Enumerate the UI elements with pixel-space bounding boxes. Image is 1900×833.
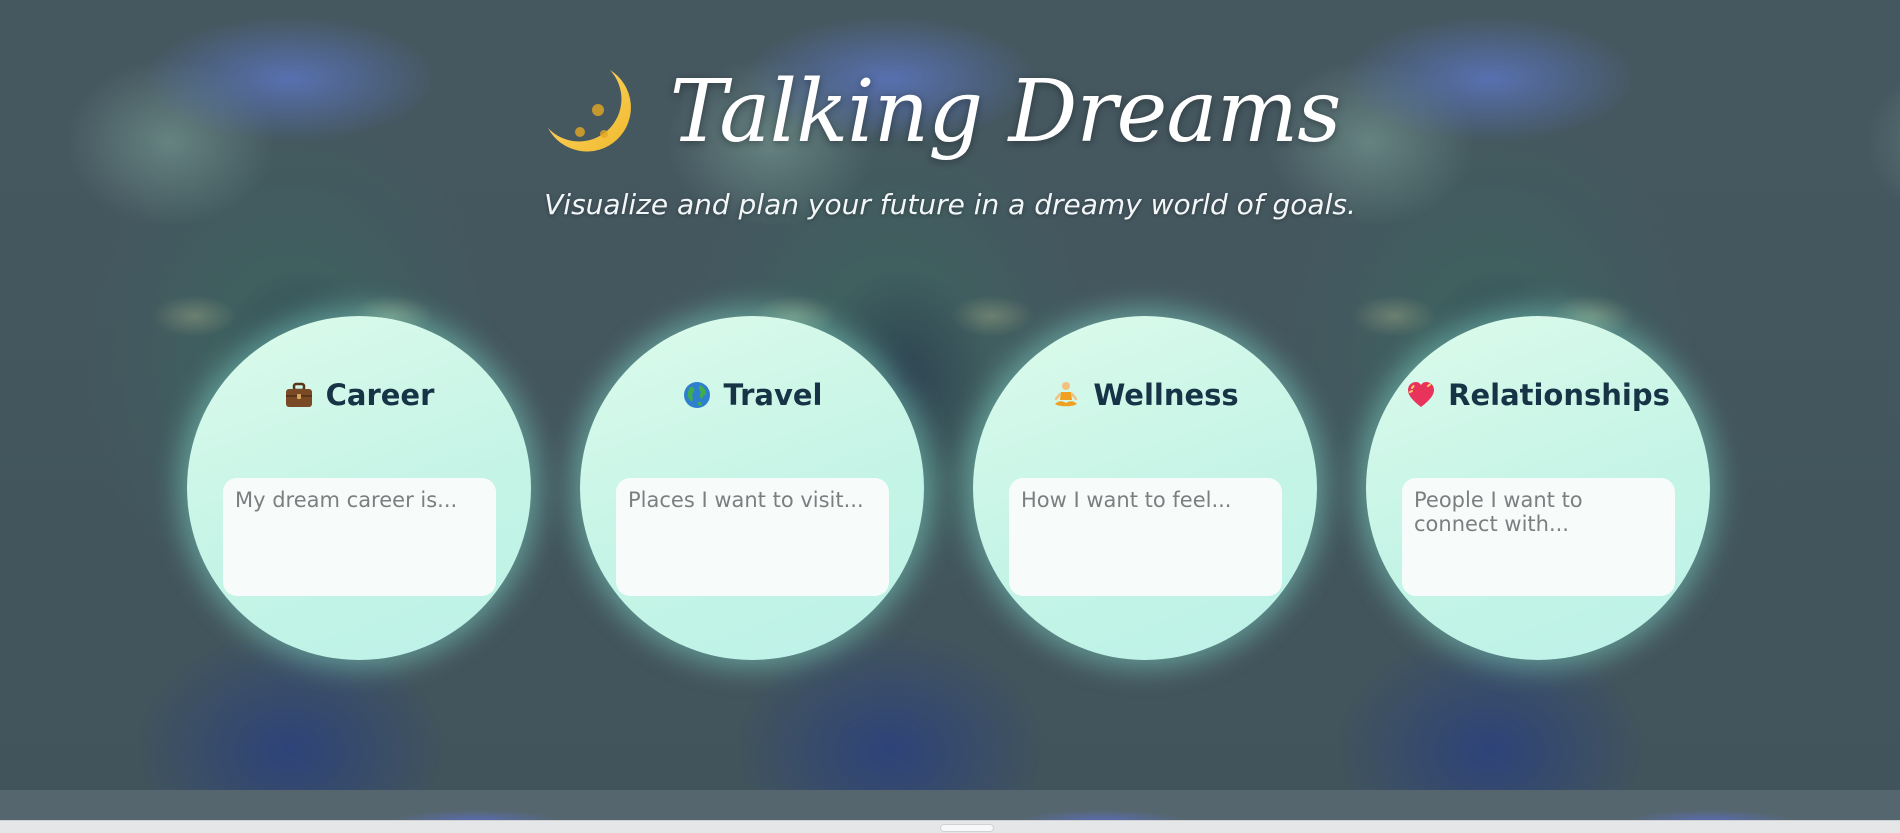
page-subtitle: Visualize and plan your future in a drea… bbox=[544, 188, 1356, 221]
travel-input[interactable] bbox=[616, 478, 889, 596]
card-heading: Travel bbox=[580, 378, 924, 412]
page-title: Talking Dreams bbox=[669, 62, 1342, 162]
background-bottom-strip bbox=[0, 790, 1900, 820]
briefcase-icon bbox=[285, 382, 312, 407]
goal-card-wellness: Wellness bbox=[973, 316, 1317, 660]
relationships-input[interactable] bbox=[1402, 478, 1675, 596]
meditation-icon bbox=[1055, 382, 1078, 407]
goal-card-relationships: Relationships bbox=[1366, 316, 1710, 660]
card-heading: Relationships bbox=[1366, 378, 1710, 412]
wellness-input[interactable] bbox=[1009, 478, 1282, 596]
card-title: Relationships bbox=[1448, 378, 1670, 412]
heart-icon bbox=[1408, 382, 1435, 407]
goal-card-travel: Travel bbox=[580, 316, 924, 660]
card-heading: Wellness bbox=[973, 378, 1317, 412]
card-title: Wellness bbox=[1093, 378, 1239, 412]
crescent-moon-icon bbox=[547, 70, 631, 152]
card-title: Travel bbox=[723, 378, 823, 412]
career-input[interactable] bbox=[223, 478, 496, 596]
card-title: Career bbox=[325, 378, 435, 412]
scrollbar-thumb[interactable] bbox=[940, 824, 994, 832]
globe-icon bbox=[683, 382, 710, 408]
horizontal-scrollbar[interactable] bbox=[0, 820, 1900, 833]
goal-card-career: Career bbox=[187, 316, 531, 660]
page-header: Talking Dreams bbox=[0, 52, 1900, 172]
card-heading: Career bbox=[187, 378, 531, 412]
